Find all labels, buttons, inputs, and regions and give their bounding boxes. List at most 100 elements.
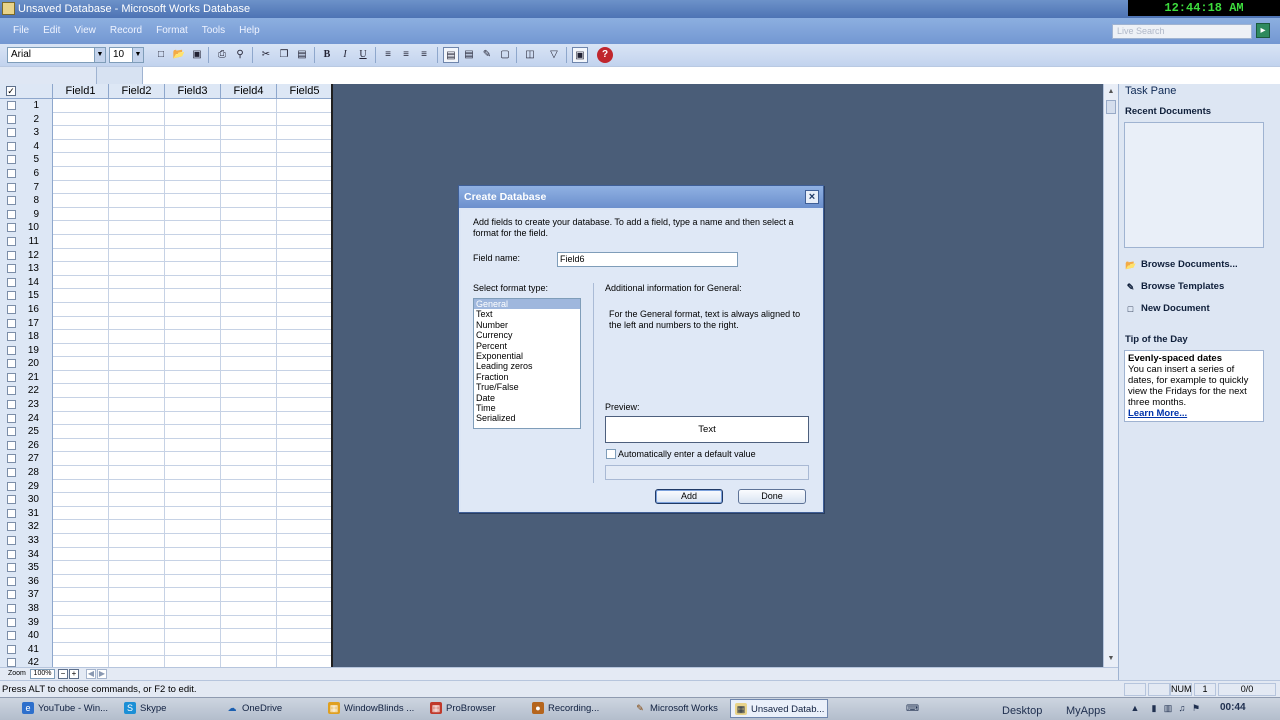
row-header[interactable]: 38	[0, 601, 53, 616]
row-header[interactable]: 15	[0, 289, 53, 303]
tray-myapps[interactable]: MyApps	[1066, 705, 1106, 717]
row-checkbox[interactable]	[7, 522, 16, 532]
row-header[interactable]: 33	[0, 534, 53, 548]
row-checkbox[interactable]	[7, 590, 16, 600]
table-row[interactable]: 5	[0, 153, 331, 167]
table-row[interactable]: 3	[0, 126, 331, 140]
taskbar-windowblinds[interactable]: ▦ WindowBlinds ...	[324, 699, 422, 718]
row-header[interactable]: 35	[0, 561, 53, 575]
row-checkbox[interactable]	[7, 223, 16, 233]
browse-templates-link[interactable]: ✎ Browse Templates	[1125, 280, 1225, 294]
menu-format[interactable]: Format	[149, 18, 195, 44]
table-row[interactable]: 1	[0, 99, 331, 113]
row-checkbox[interactable]	[7, 141, 16, 151]
scroll-left-icon[interactable]: ◀	[86, 669, 96, 679]
row-checkbox[interactable]	[7, 454, 16, 464]
table-row[interactable]: 31	[0, 506, 331, 521]
row-header[interactable]: 6	[0, 166, 53, 181]
taskbar-unsaved-database[interactable]: ▦ Unsaved Datab...	[730, 699, 828, 718]
row-header[interactable]: 4	[0, 139, 53, 154]
menu-help[interactable]: Help	[232, 18, 267, 44]
row-header[interactable]: 28	[0, 466, 53, 480]
menu-record[interactable]: Record	[103, 18, 149, 44]
default-value-input[interactable]	[605, 465, 809, 480]
report-view-icon[interactable]: ▢	[497, 47, 513, 63]
tray-flag-icon[interactable]: ⚑	[1191, 703, 1201, 713]
row-checkbox[interactable]	[7, 345, 16, 355]
scroll-right-icon[interactable]: ▶	[97, 669, 107, 679]
table-row[interactable]: 41	[0, 642, 331, 657]
paste-icon[interactable]: ▤	[294, 47, 310, 63]
row-header[interactable]: 37	[0, 588, 53, 602]
table-row[interactable]: 11	[0, 234, 331, 249]
zoom-value[interactable]: 100%	[30, 669, 55, 679]
row-header[interactable]: 9	[0, 207, 53, 222]
task-pane-icon[interactable]: ▣	[572, 47, 588, 63]
row-checkbox[interactable]	[7, 359, 16, 369]
form-view-icon[interactable]: ▤	[461, 47, 477, 63]
scroll-down-icon[interactable]: ▼	[1105, 653, 1117, 665]
tray-desktop[interactable]: Desktop	[1002, 705, 1042, 717]
menu-tools[interactable]: Tools	[195, 18, 232, 44]
name-box[interactable]	[0, 67, 97, 85]
copy-icon[interactable]: ❐	[276, 47, 292, 63]
save-icon[interactable]: ▣	[189, 47, 205, 63]
help-icon[interactable]: ?	[597, 47, 613, 63]
row-checkbox[interactable]	[7, 576, 16, 586]
table-row[interactable]: 35	[0, 561, 331, 575]
table-row[interactable]: 14	[0, 275, 331, 290]
add-button[interactable]: Add	[655, 489, 723, 504]
row-header[interactable]: 7	[0, 180, 53, 195]
select-all-checkbox[interactable]: ✓	[6, 86, 16, 96]
underline-icon[interactable]: U	[355, 47, 371, 63]
row-checkbox[interactable]	[7, 468, 16, 478]
align-left-icon[interactable]: ≡	[380, 47, 396, 63]
row-checkbox[interactable]	[7, 318, 16, 328]
format-option[interactable]: Percent	[474, 341, 580, 351]
row-checkbox[interactable]	[7, 508, 16, 518]
column-header-field5[interactable]: Field5	[277, 84, 331, 99]
row-header[interactable]: 30	[0, 493, 53, 507]
table-row[interactable]: 21	[0, 370, 331, 385]
row-header[interactable]: 12	[0, 248, 53, 263]
row-checkbox[interactable]	[7, 658, 16, 667]
horizontal-scrollbar[interactable]: Zoom 100% − + ◀ ▶	[0, 667, 1118, 680]
format-option[interactable]: Serialized	[474, 413, 580, 423]
row-checkbox[interactable]	[7, 495, 16, 505]
default-value-label[interactable]: Automatically enter a default value	[618, 449, 756, 460]
taskbar-probrowser[interactable]: ▦ ProBrowser	[426, 699, 524, 718]
row-checkbox[interactable]	[7, 631, 16, 641]
table-row[interactable]: 9	[0, 207, 331, 222]
list-view-icon[interactable]: ▤	[443, 47, 459, 63]
tray-up-icon[interactable]: ▲	[1130, 703, 1140, 713]
row-header[interactable]: 14	[0, 275, 53, 290]
row-checkbox[interactable]	[7, 549, 16, 559]
print-preview-icon[interactable]: ⚲	[232, 47, 248, 63]
row-checkbox[interactable]	[7, 372, 16, 382]
row-checkbox[interactable]	[7, 101, 16, 110]
row-header[interactable]: 2	[0, 112, 53, 127]
table-row[interactable]: 18	[0, 330, 331, 344]
row-checkbox[interactable]	[7, 155, 16, 165]
row-checkbox[interactable]	[7, 168, 16, 178]
row-checkbox[interactable]	[7, 536, 16, 545]
italic-icon[interactable]: I	[337, 47, 353, 63]
font-size-select[interactable]: 10 ▼	[109, 47, 144, 63]
tray-device-icon[interactable]: ▮	[1149, 703, 1159, 713]
chevron-down-icon[interactable]: ▼	[94, 48, 105, 62]
table-row[interactable]: 34	[0, 547, 331, 562]
new-icon[interactable]: □	[153, 47, 169, 63]
live-search-input[interactable]: Live Search	[1112, 24, 1252, 39]
table-row[interactable]: 15	[0, 289, 331, 303]
table-row[interactable]: 8	[0, 194, 331, 208]
format-option[interactable]: Number	[474, 320, 580, 330]
row-header[interactable]: 25	[0, 425, 53, 439]
align-right-icon[interactable]: ≡	[416, 47, 432, 63]
row-header[interactable]: 22	[0, 384, 53, 399]
scroll-thumb[interactable]	[1106, 100, 1116, 114]
row-header[interactable]: 18	[0, 330, 53, 344]
row-header[interactable]: 5	[0, 153, 53, 167]
row-checkbox[interactable]	[7, 182, 16, 192]
taskbar-microsoft-works[interactable]: ✎ Microsoft Works	[630, 699, 728, 718]
tray-clock[interactable]: 00:44	[1220, 702, 1246, 713]
